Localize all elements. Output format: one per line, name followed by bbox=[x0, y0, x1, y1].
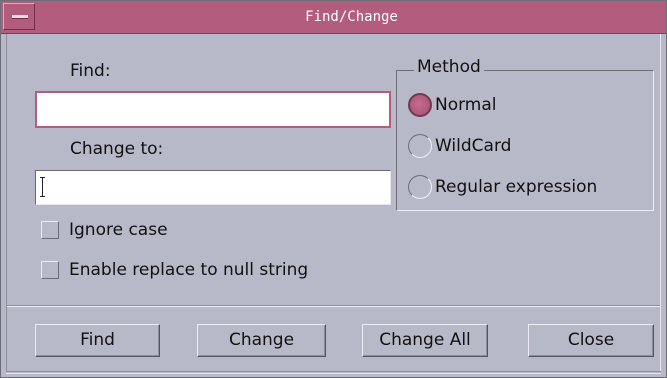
change-all-button[interactable]: Change All bbox=[362, 324, 488, 357]
radio-normal-label: Normal bbox=[435, 95, 497, 115]
radio-wildcard-label: WildCard bbox=[435, 136, 512, 156]
separator-highlight bbox=[7, 306, 660, 307]
frame-border-bottom-highlight bbox=[6, 373, 661, 374]
find-input[interactable] bbox=[35, 91, 391, 128]
frame-border-left bbox=[6, 34, 7, 372]
frame-border-bottom bbox=[6, 371, 661, 372]
radio-wildcard[interactable] bbox=[408, 134, 432, 158]
frame-border-right bbox=[660, 34, 661, 372]
title-bar[interactable]: Find/Change bbox=[1, 1, 666, 34]
find-label: Find: bbox=[70, 61, 111, 81]
window-menu-icon bbox=[12, 15, 28, 19]
ignore-case-label: Ignore case bbox=[69, 220, 168, 240]
change-button[interactable]: Change bbox=[197, 324, 326, 357]
radio-regex-label: Regular expression bbox=[435, 177, 598, 197]
enable-null-checkbox[interactable] bbox=[41, 261, 59, 279]
text-cursor-icon bbox=[40, 177, 45, 197]
window-title: Find/Change bbox=[305, 9, 398, 25]
window-menu-button[interactable] bbox=[3, 3, 35, 30]
method-group-title: Method bbox=[414, 57, 484, 77]
radio-regex[interactable] bbox=[408, 175, 432, 199]
change-to-input[interactable] bbox=[35, 170, 391, 205]
change-to-label: Change to: bbox=[70, 139, 164, 159]
ignore-case-checkbox[interactable] bbox=[41, 221, 59, 239]
enable-null-label: Enable replace to null string bbox=[69, 260, 309, 280]
find-change-dialog: Find/Change Find: Change to: Method Norm… bbox=[0, 0, 667, 378]
radio-normal[interactable] bbox=[408, 93, 432, 117]
close-button[interactable]: Close bbox=[528, 324, 654, 357]
find-button[interactable]: Find bbox=[35, 324, 160, 357]
